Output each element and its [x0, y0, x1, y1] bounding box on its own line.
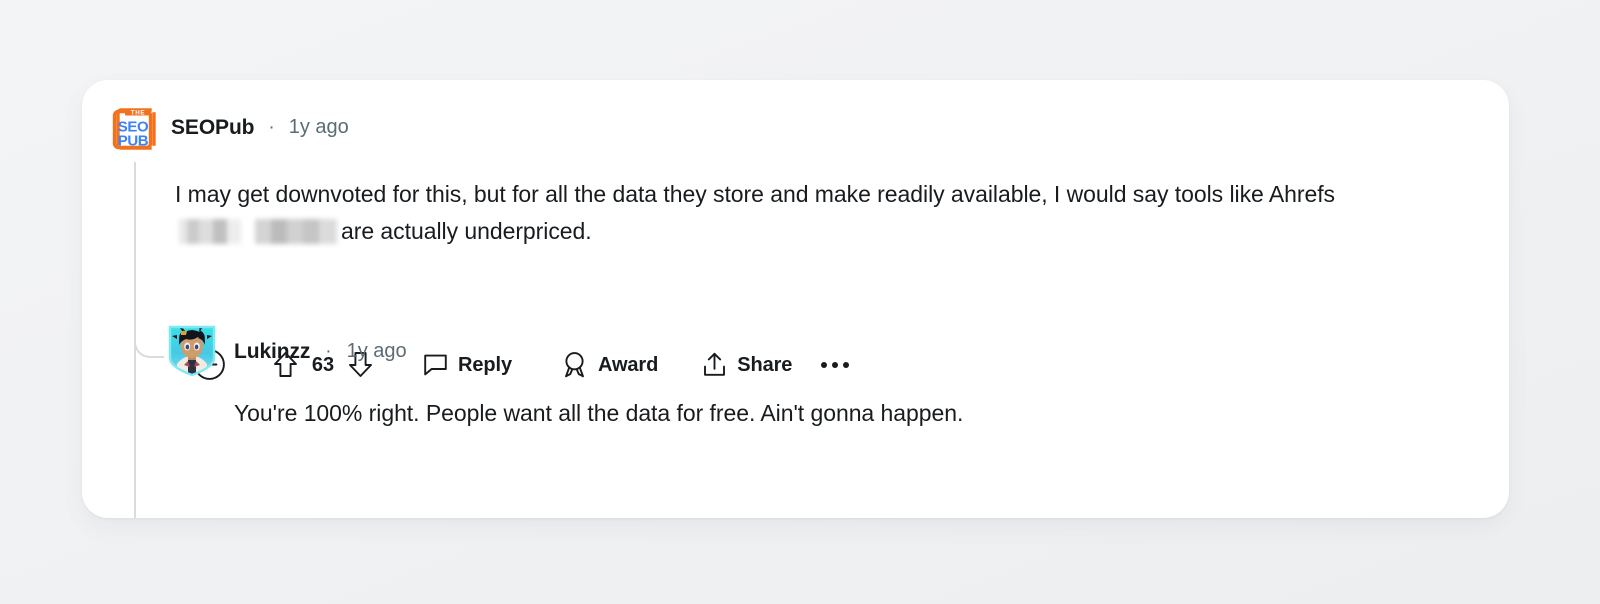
svg-text:PUB: PUB [118, 132, 149, 149]
share-upload-icon [704, 352, 726, 376]
award-label-root: Award [597, 353, 659, 376]
award-button-root[interactable]: Award [560, 350, 658, 379]
comment-author-child[interactable]: Lukinzz [234, 341, 310, 362]
svg-text:THE: THE [131, 109, 145, 116]
redacted-text-block [179, 219, 337, 244]
reply-button-root[interactable]: Reply [422, 351, 512, 378]
comment-text-part-1: I may get downvoted for this, but for al… [175, 181, 1336, 207]
author-time-separator: · [325, 340, 332, 362]
share-button-root[interactable]: Share [701, 351, 792, 379]
ellipsis-dot [832, 361, 839, 368]
comment-header-root: THE SEO PUB SEOPub · 1y ago [109, 102, 349, 152]
comment-thread-card: THE SEO PUB SEOPub · 1y ago I may get do… [82, 80, 1509, 518]
page-root: THE SEO PUB SEOPub · 1y ago I may get do… [0, 0, 1600, 604]
thread-elbow-connector [134, 306, 164, 358]
ellipsis-dot [821, 361, 828, 368]
seopub-logo-avatar[interactable]: THE SEO PUB [109, 102, 158, 152]
comment-author-root[interactable]: SEOPub [171, 117, 255, 138]
comment-header-child: Lukinzz · 1y ago [164, 323, 407, 379]
reply-label-root: Reply [458, 353, 512, 376]
more-options-button-root[interactable] [819, 356, 851, 374]
comment-timestamp-child: 1y ago [346, 340, 407, 362]
lukinzz-character-avatar[interactable] [164, 323, 220, 379]
author-time-separator: · [268, 116, 275, 138]
share-label-root: Share [737, 353, 793, 376]
ellipsis-dot [843, 361, 850, 368]
comment-body-child: You're 100% right. People want all the d… [234, 400, 964, 426]
award-ribbon-icon [565, 352, 584, 378]
comment-body-root: I may get downvoted for this, but for al… [175, 176, 1485, 250]
speech-bubble-icon [424, 354, 447, 376]
comment-text-part-2: are actually underpriced. [341, 218, 592, 244]
comment-timestamp-root: 1y ago [288, 116, 349, 138]
